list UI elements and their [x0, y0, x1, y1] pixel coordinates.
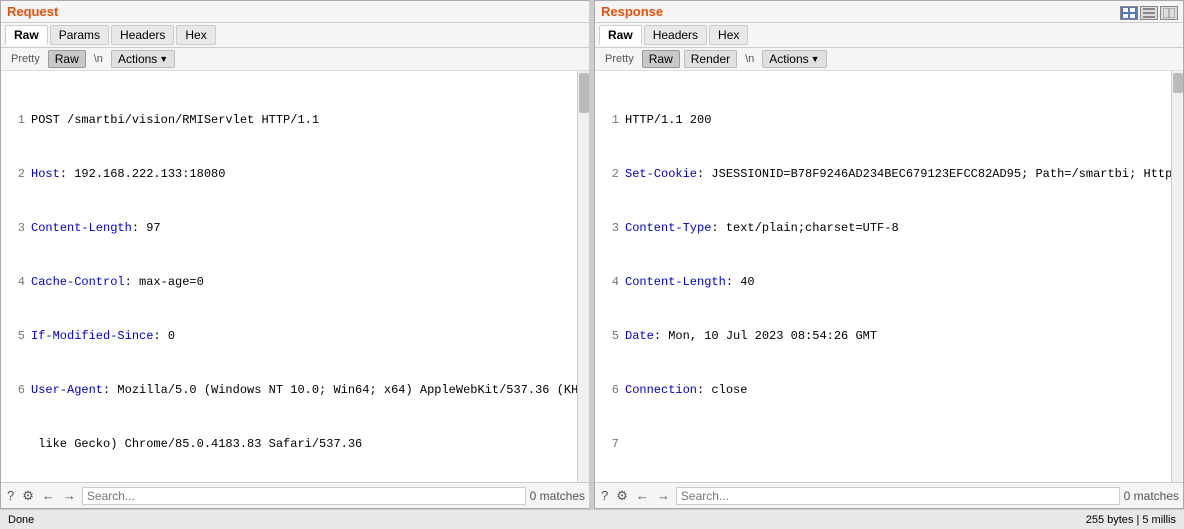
status-bar: Done 255 bytes | 5 millis: [0, 509, 1184, 529]
response-content: 1HTTP/1.1 200 2Set-Cookie: JSESSIONID=B7…: [595, 71, 1171, 482]
close-pane-icon[interactable]: [1160, 6, 1178, 20]
response-raw-btn[interactable]: Raw: [642, 50, 680, 68]
request-forward-icon[interactable]: →: [61, 488, 78, 503]
request-scrollbar[interactable]: [577, 71, 589, 482]
request-help-icon[interactable]: ?: [5, 488, 16, 503]
status-right: 255 bytes | 5 millis: [1086, 514, 1176, 526]
response-pretty-btn[interactable]: Pretty: [601, 52, 638, 66]
response-actions-chevron-icon: ▼: [811, 54, 820, 64]
response-actions-btn[interactable]: Actions ▼: [762, 50, 826, 68]
list-view-icon[interactable]: [1140, 6, 1158, 20]
res-line-3: 3Content-Type: text/plain;charset=UTF-8: [599, 219, 1167, 237]
request-search-bar: ? ⚙ ← → 0 matches: [1, 482, 589, 508]
req-line-5: 5If-Modified-Since: 0: [5, 327, 573, 345]
grid-view-icon[interactable]: [1120, 6, 1138, 20]
tab-request-params[interactable]: Params: [50, 25, 109, 45]
res-line-1: 1HTTP/1.1 200: [599, 111, 1167, 129]
res-line-2: 2Set-Cookie: JSESSIONID=B78F9246AD234BEC…: [599, 165, 1167, 183]
request-match-count: 0 matches: [530, 489, 585, 503]
request-tab-bar: Raw Params Headers Hex: [1, 23, 589, 48]
request-actions-btn[interactable]: Actions ▼: [111, 50, 175, 68]
req-line-1: 1POST /smartbi/vision/RMIServlet HTTP/1.…: [5, 111, 573, 129]
res-line-4: 4Content-Length: 40: [599, 273, 1167, 291]
req-line-6: 6User-Agent: Mozilla/5.0 (Windows NT 10.…: [5, 381, 573, 399]
response-help-icon[interactable]: ?: [599, 488, 610, 503]
request-content: 1POST /smartbi/vision/RMIServlet HTTP/1.…: [1, 71, 577, 482]
request-search-input[interactable]: [82, 487, 526, 505]
req-line-2: 2Host: 192.168.222.133:18080: [5, 165, 573, 183]
response-forward-icon[interactable]: →: [655, 488, 672, 503]
request-raw-btn[interactable]: Raw: [48, 50, 86, 68]
actions-chevron-icon: ▼: [159, 54, 168, 64]
req-line-3: 3Content-Length: 97: [5, 219, 573, 237]
req-line-6b: like Gecko) Chrome/85.0.4183.83 Safari/5…: [5, 435, 573, 453]
response-scrollbar[interactable]: [1171, 71, 1183, 482]
tab-request-hex[interactable]: Hex: [176, 25, 215, 45]
req-line-4: 4Cache-Control: max-age=0: [5, 273, 573, 291]
res-line-7: 7: [599, 435, 1167, 453]
tab-response-headers[interactable]: Headers: [644, 25, 707, 45]
request-back-icon[interactable]: ←: [40, 488, 57, 503]
tab-request-headers[interactable]: Headers: [111, 25, 174, 45]
response-render-btn[interactable]: Render: [684, 50, 737, 68]
res-line-5: 5Date: Mon, 10 Jul 2023 08:54:26 GMT: [599, 327, 1167, 345]
response-back-icon[interactable]: ←: [634, 488, 651, 503]
response-match-count: 0 matches: [1124, 489, 1179, 503]
request-title: Request: [1, 1, 589, 23]
response-search-input[interactable]: [676, 487, 1120, 505]
request-toolbar: Pretty Raw \n Actions ▼: [1, 48, 589, 71]
response-in-btn[interactable]: \n: [741, 52, 758, 66]
tab-response-hex[interactable]: Hex: [709, 25, 748, 45]
response-search-bar: ? ⚙ ← → 0 matches: [595, 482, 1183, 508]
status-left: Done: [8, 514, 34, 526]
request-settings-icon[interactable]: ⚙: [20, 488, 36, 504]
request-in-btn[interactable]: \n: [90, 52, 107, 66]
tab-request-raw[interactable]: Raw: [5, 25, 48, 45]
request-pretty-btn[interactable]: Pretty: [7, 52, 44, 66]
res-line-6: 6Connection: close: [599, 381, 1167, 399]
response-title: Response: [595, 1, 1183, 23]
response-tab-bar: Raw Headers Hex: [595, 23, 1183, 48]
response-settings-icon[interactable]: ⚙: [614, 488, 630, 504]
response-toolbar: Pretty Raw Render \n Actions ▼: [595, 48, 1183, 71]
tab-response-raw[interactable]: Raw: [599, 25, 642, 45]
